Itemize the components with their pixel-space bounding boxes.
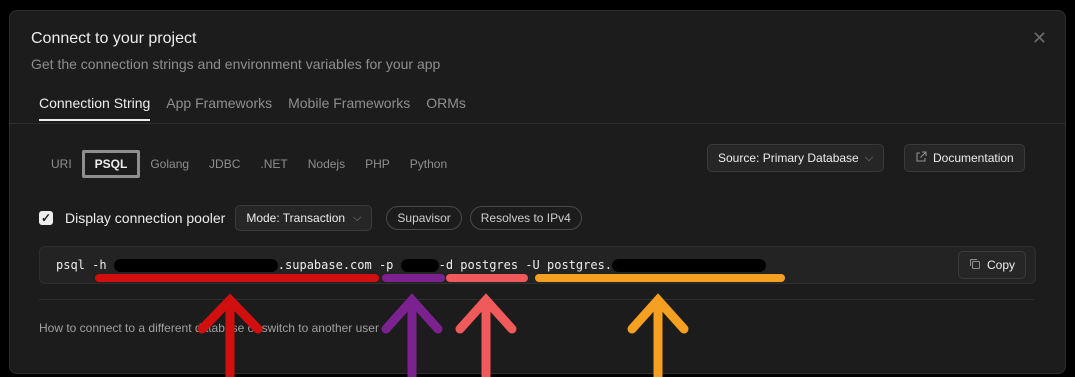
tab-app-frameworks[interactable]: App Frameworks: [166, 95, 272, 121]
copy-button[interactable]: Copy: [958, 251, 1027, 279]
main-tabs: Connection String App Frameworks Mobile …: [39, 95, 466, 121]
lang-tab-uri[interactable]: URI: [41, 150, 82, 178]
redacted-port: [400, 258, 439, 272]
copy-label: Copy: [987, 258, 1016, 272]
command-host-suffix: .supabase.com -p: [277, 258, 401, 272]
connection-command[interactable]: psql -h .supabase.com -p -d postgres -U …: [56, 247, 767, 283]
lang-tab-golang[interactable]: Golang: [140, 150, 199, 178]
lang-tab-dotnet[interactable]: .NET: [250, 150, 297, 178]
command-user-flag: -U postgres.: [525, 258, 613, 272]
connect-modal: Connect to your project Get the connecti…: [9, 10, 1066, 374]
mode-label: Mode: Transaction: [246, 211, 346, 225]
ipv4-badge: Resolves to IPv4: [469, 206, 582, 230]
tab-orms[interactable]: ORMs: [426, 95, 466, 121]
lang-tab-jdbc[interactable]: JDBC: [199, 150, 250, 178]
documentation-button[interactable]: Documentation: [904, 144, 1025, 172]
command-psql: psql -h: [56, 258, 114, 272]
modal-title: Connect to your project: [31, 30, 197, 47]
lang-tab-nodejs[interactable]: Nodejs: [298, 150, 355, 178]
external-link-icon: [915, 150, 927, 166]
redacted-host: [113, 258, 278, 272]
connection-pooler-row: ✓ Display connection pooler Mode: Transa…: [39, 205, 582, 231]
source-label: Source: Primary Database: [718, 151, 859, 165]
supavisor-badge: Supavisor: [386, 206, 462, 230]
tab-mobile-frameworks[interactable]: Mobile Frameworks: [288, 95, 410, 121]
modal-subtitle: Get the connection strings and environme…: [31, 56, 441, 72]
documentation-label: Documentation: [933, 151, 1014, 165]
pooler-label: Display connection pooler: [65, 210, 226, 226]
copy-icon: [969, 258, 981, 273]
chevron-down-icon: ⌵: [353, 211, 362, 224]
divider: [39, 299, 1034, 300]
chevron-down-icon: ⌵: [864, 151, 874, 164]
redacted-user: [612, 258, 767, 272]
close-icon[interactable]: ✕: [1032, 29, 1047, 47]
source-select[interactable]: Source: Primary Database ⌵: [707, 144, 885, 172]
footer-help-text: How to connect to a different database o…: [39, 321, 379, 335]
connection-string-box: psql -h .supabase.com -p -d postgres -U …: [39, 246, 1036, 284]
modal-header: Connect to your project Get the connecti…: [10, 11, 1065, 124]
language-tabs: URI PSQL Golang JDBC .NET Nodejs PHP Pyt…: [41, 150, 457, 178]
lang-tab-php[interactable]: PHP: [355, 150, 400, 178]
mode-select[interactable]: Mode: Transaction ⌵: [235, 205, 373, 231]
tab-connection-string[interactable]: Connection String: [39, 95, 151, 121]
pooler-checkbox[interactable]: ✓: [39, 211, 53, 225]
lang-tab-psql[interactable]: PSQL: [81, 150, 141, 178]
lang-tab-python[interactable]: Python: [400, 150, 457, 178]
command-db-flag: -d postgres: [438, 258, 526, 272]
